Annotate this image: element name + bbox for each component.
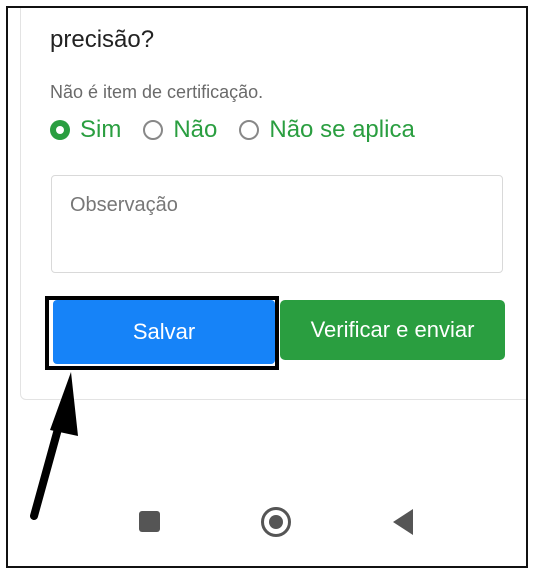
option-label: Não se aplica bbox=[269, 116, 415, 143]
verify-and-send-button[interactable]: Verificar e enviar bbox=[280, 300, 505, 360]
radio-unchecked-icon[interactable] bbox=[143, 120, 164, 140]
answer-radio-group: Sim Não Não se aplica bbox=[50, 116, 437, 144]
question-text: precisão? bbox=[50, 26, 155, 53]
option-nao[interactable]: Não bbox=[143, 116, 217, 144]
radio-checked-icon[interactable] bbox=[50, 120, 70, 140]
option-sim[interactable]: Sim bbox=[50, 116, 121, 144]
observation-input[interactable] bbox=[51, 175, 503, 273]
screenshot-frame: precisão? Não é item de certificação. Si… bbox=[6, 6, 528, 568]
save-button[interactable]: Salvar bbox=[53, 300, 275, 364]
option-label: Sim bbox=[80, 116, 122, 143]
certification-hint: Não é item de certificação. bbox=[50, 82, 264, 102]
radio-unchecked-icon[interactable] bbox=[239, 120, 260, 140]
option-nao-se-aplica[interactable]: Não se aplica bbox=[239, 116, 415, 144]
android-navbar bbox=[8, 498, 526, 548]
back-triangle-icon[interactable] bbox=[393, 509, 413, 535]
home-circle-icon[interactable] bbox=[261, 507, 291, 537]
option-label: Não bbox=[173, 116, 218, 143]
recents-square-icon[interactable] bbox=[139, 511, 160, 532]
